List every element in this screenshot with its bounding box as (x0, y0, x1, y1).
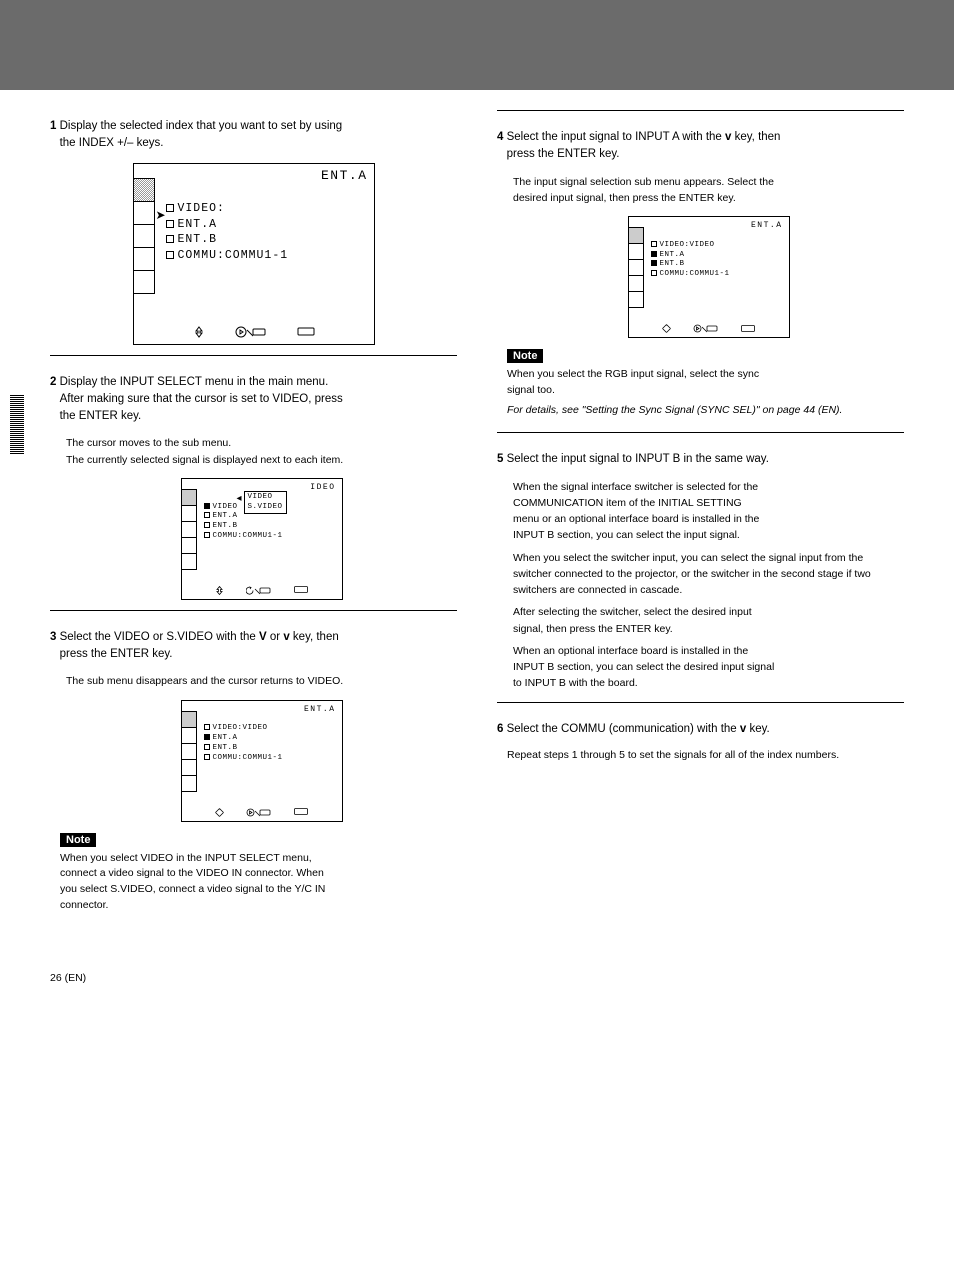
cursor-arrow-icon: ➤ (156, 208, 166, 222)
side-tabs (134, 178, 155, 293)
left-column: 1 Display the selected index that you wa… (50, 110, 457, 928)
menu-list: VIDEO:VIDEO ENT.A ENT.B COMMU:COMMU1-1 (204, 715, 283, 764)
divider (497, 432, 904, 433)
submenu: VIDEOS.VIDEO (244, 491, 287, 515)
submenu-arrow-icon: ◂ (237, 493, 242, 504)
nav-arrows-icon (215, 808, 224, 817)
divider (497, 702, 904, 703)
step-3-heading: 3 Select the VIDEO or S.VIDEO with the V… (50, 629, 457, 664)
step-number: 6 (497, 723, 503, 735)
button-icon (294, 808, 308, 816)
tab (134, 201, 155, 225)
step-number: 4 (497, 131, 503, 143)
screen-mode: ENT.A (751, 221, 783, 230)
footer-icons (134, 326, 374, 338)
step-number: 1 (50, 120, 56, 132)
note-1: Note When you select VIDEO in the INPUT … (60, 832, 457, 914)
header-banner (0, 0, 954, 90)
page-content: 1 Display the selected index that you wa… (0, 90, 954, 968)
side-margin-marker (10, 395, 24, 455)
enter-icon (693, 324, 719, 333)
page-number: 26 (EN) (0, 968, 954, 1002)
para-after-switcher: After selecting the switcher, select the… (513, 604, 904, 637)
tab (134, 224, 155, 248)
note-label: Note (507, 349, 543, 363)
step-text: Display the selected index that you want… (60, 120, 343, 132)
enter-icon (235, 326, 267, 338)
button-icon (741, 325, 755, 333)
note-2: Note When you select the RGB input signa… (507, 348, 904, 418)
button-icon (294, 586, 308, 594)
step-6-heading: 6 Select the COMMU (communication) with … (497, 721, 904, 738)
step-number: 3 (50, 631, 56, 643)
divider (50, 355, 457, 356)
ui-screen-2: IDEO VIDEO ENT.A ENT.B COMMU:COMMU1-1 ◂ … (181, 478, 343, 600)
tab (134, 247, 155, 271)
ui-screen-1: ENT.A VIDEO: ENT.A ENT.B COMMU:COMMU1-1 … (133, 163, 375, 345)
step-4-body: The input signal selection sub menu appe… (513, 174, 904, 207)
step-number: 2 (50, 376, 56, 388)
nav-updown-icon (215, 586, 224, 595)
ui-screen-3: ENT.A VIDEO:VIDEO ENT.A ENT.B COMMU:COMM… (181, 700, 343, 822)
return-icon (246, 586, 272, 595)
note-detail: For details, see "Setting the Sync Signa… (507, 403, 904, 419)
step-4-heading: 4 Select the input signal to INPUT A wit… (497, 129, 904, 164)
step-5-heading: 5 Select the input signal to INPUT B in … (497, 451, 904, 468)
menu-list: VIDEO:VIDEO ENT.A ENT.B COMMU:COMMU1-1 (651, 231, 730, 280)
enter-icon (246, 808, 272, 817)
step-3-body: The sub menu disappears and the cursor r… (66, 673, 457, 689)
step-text-line2: the INDEX +/– keys. (60, 137, 164, 149)
menu-list: VIDEO: ENT.A ENT.B COMMU:COMMU1-1 (166, 186, 289, 264)
ui-screen-4: ENT.A VIDEO:VIDEO ENT.A ENT.B COMMU:COMM… (628, 216, 790, 338)
step-number: 5 (497, 453, 503, 465)
note-text: When you select VIDEO in the INPUT SELEC… (60, 851, 457, 914)
note-text: When you select the RGB input signal, se… (507, 367, 904, 418)
divider (50, 610, 457, 611)
right-column: 4 Select the input signal to INPUT A wit… (497, 110, 904, 928)
step-5-body: When the signal interface switcher is se… (513, 479, 904, 544)
screen-mode: ENT.A (321, 168, 368, 183)
step-1-heading: 1 Display the selected index that you wa… (50, 118, 457, 153)
tab-active (134, 178, 155, 202)
button-icon (297, 327, 315, 337)
repeat-instruction: Repeat steps 1 through 5 to set the sign… (507, 748, 904, 764)
step-2-body: The cursor moves to the sub menu. The cu… (66, 435, 457, 468)
divider (497, 110, 904, 111)
step-2-heading: 2 Display the INPUT SELECT menu in the m… (50, 374, 457, 426)
screen-mode: IDEO (310, 483, 335, 492)
note-label: Note (60, 833, 96, 847)
step-text: Display the INPUT SELECT menu in the mai… (60, 376, 329, 388)
para-switcher: When you select the switcher input, you … (513, 550, 904, 599)
para-interface-board: When an optional interface board is inst… (513, 643, 904, 692)
screen-mode: ENT.A (304, 705, 336, 714)
nav-arrows-icon (662, 324, 671, 333)
tab (134, 270, 155, 294)
nav-updown-icon (193, 326, 205, 338)
